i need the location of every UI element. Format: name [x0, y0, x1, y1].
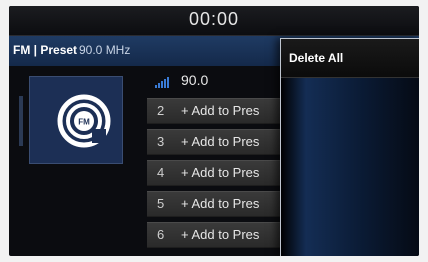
preset-number: 3: [157, 134, 165, 149]
signal-strength-icon: [155, 77, 169, 88]
radio-screen: 00:00 FM | Preset 90.0 MHz FM 90.0 2 + A…: [9, 6, 419, 256]
options-menu: Delete All: [280, 38, 419, 256]
preset-row-2[interactable]: 2 + Add to Pres: [147, 98, 297, 124]
preset-row-3[interactable]: 3 + Add to Pres: [147, 129, 297, 155]
add-to-preset-label: + Add to Pres: [181, 165, 260, 180]
preset-row-6[interactable]: 6 + Add to Pres: [147, 222, 297, 248]
status-bar: 00:00: [9, 6, 419, 36]
delete-all-menu-item[interactable]: Delete All: [281, 39, 419, 78]
preset-row-4[interactable]: 4 + Add to Pres: [147, 160, 297, 186]
preset-row-5[interactable]: 5 + Add to Pres: [147, 191, 297, 217]
header-frequency: 90.0 MHz: [79, 43, 131, 57]
preset-number: 5: [157, 196, 165, 211]
add-to-preset-label: + Add to Pres: [181, 196, 260, 211]
art-side-bar: [19, 96, 23, 146]
preset-number: 4: [157, 165, 165, 180]
add-to-preset-label: + Add to Pres: [181, 103, 260, 118]
preset-number: 6: [157, 227, 165, 242]
current-frequency: 90.0: [181, 72, 209, 88]
fm-station-icon: FM: [57, 94, 111, 148]
fm-logo-text: FM: [78, 118, 90, 127]
delete-all-label: Delete All: [289, 51, 344, 65]
clock: 00:00: [188, 9, 240, 29]
preset-number: 2: [157, 103, 165, 118]
station-art-panel: FM: [19, 76, 139, 166]
add-to-preset-label: + Add to Pres: [181, 134, 260, 149]
station-art: FM: [29, 76, 123, 164]
add-to-preset-label: + Add to Pres: [181, 227, 260, 242]
mode-label: FM | Preset: [13, 43, 78, 57]
